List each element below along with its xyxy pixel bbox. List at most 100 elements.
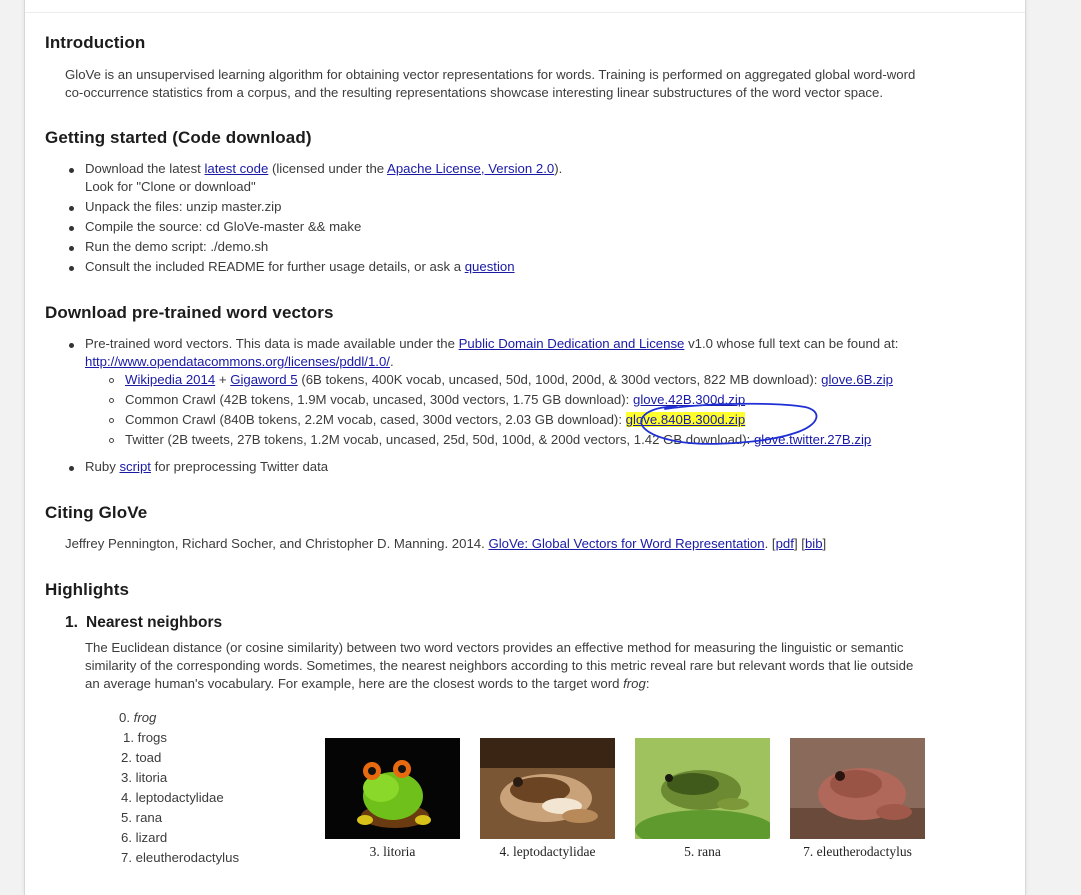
neighbor-item: 5. rana [121, 810, 162, 825]
glove-twitter-zip-link[interactable]: glove.twitter.27B.zip [754, 432, 871, 447]
neighbor-item: 1. frogs [123, 730, 167, 745]
citing-heading: Citing GloVe [45, 503, 148, 522]
sub-bullet [109, 398, 114, 403]
pddl-url-link[interactable]: http://www.opendatacommons.org/licenses/… [85, 354, 390, 369]
sub-bullet [109, 438, 114, 443]
nn-line-2: similarity of the corresponding words. S… [85, 658, 914, 673]
neighbor-word: frog [133, 710, 157, 725]
neighbor-item: 3. litoria [121, 770, 167, 785]
leptodactylidae-frog-image [480, 738, 615, 839]
citation-text: ] [ [793, 536, 805, 551]
neighbor-number: 6. [121, 830, 132, 845]
paper-link[interactable]: GloVe: Global Vectors for Word Represent… [488, 536, 764, 551]
list-item-unpack: Unpack the files: unzip master.zip [85, 199, 282, 214]
list-item-text: v1.0 whose full text can be found at: [684, 336, 899, 351]
nn-line-1: The Euclidean distance (or cosine simila… [85, 640, 904, 655]
nn-line-text: : [645, 676, 650, 691]
neighbor-item: 6. lizard [121, 830, 167, 845]
bullet [69, 206, 74, 211]
list-item-text: Common Crawl (840B tokens, 2.2M vocab, c… [125, 412, 626, 427]
glove-840b-zip-link[interactable]: glove.840B.300d.zip [625, 412, 746, 427]
apache-license-link[interactable]: Apache License, Version 2.0 [387, 161, 554, 176]
neighbor-word: lizard [135, 830, 168, 845]
citation: Jeffrey Pennington, Richard Socher, and … [65, 536, 826, 551]
neighbor-item: 4. leptodactylidae [121, 790, 224, 805]
list-item-text: (licensed under the [268, 161, 388, 176]
list-item-pretrained: Pre-trained word vectors. This data is m… [85, 336, 898, 351]
citation-text: Jeffrey Pennington, Richard Socher, and … [65, 536, 489, 551]
bullet [69, 168, 74, 173]
citation-text: ] [822, 536, 827, 551]
neighbor-item: 0. frog [119, 710, 156, 725]
introduction-line-1: GloVe is an unsupervised learning algori… [65, 67, 916, 82]
list-item-text: Ruby [85, 459, 120, 474]
caption-leptodactylidae: 4. leptodactylidae [499, 844, 596, 859]
list-item-text: Pre-trained word vectors. This data is m… [85, 336, 459, 351]
list-item-text: for preprocessing Twitter data [150, 459, 329, 474]
sub-bullet [109, 418, 114, 423]
gigaword-5-link[interactable]: Gigaword 5 [230, 372, 297, 387]
list-item-text: Download the latest [85, 161, 205, 176]
neighbor-word: litoria [135, 770, 168, 785]
neighbor-number: 7. [121, 850, 132, 865]
list-item-text: + [215, 372, 231, 387]
bullet [69, 246, 74, 251]
sub-bullet [109, 378, 114, 383]
rana-frog-image [635, 738, 770, 839]
nn-line-3: an average human's vocabulary. For examp… [85, 675, 650, 693]
sub-item-42b: Common Crawl (42B tokens, 1.9M vocab, un… [125, 392, 745, 407]
top-section-edge [25, 0, 1025, 13]
list-item-ruby-script: Ruby script for preprocessing Twitter da… [85, 459, 328, 474]
nearest-neighbors-heading: Nearest neighbors [86, 614, 223, 631]
list-item-text: (6B tokens, 400K vocab, uncased, 50d, 10… [297, 372, 822, 387]
neighbor-word: rana [135, 810, 163, 825]
neighbor-number: 4. [121, 790, 132, 805]
ruby-script-link[interactable]: script [119, 459, 151, 474]
list-item-compile: Compile the source: cd GloVe-master && m… [85, 219, 362, 234]
neighbor-word: frogs [137, 730, 167, 745]
download-heading: Download pre-trained word vectors [45, 303, 334, 322]
highlights-heading: Highlights [45, 580, 130, 599]
nn-line-text: an average human's vocabulary. For examp… [85, 676, 624, 691]
introduction-line-2: co-occurrence statistics from a corpus, … [65, 85, 884, 100]
pdf-link[interactable]: pdf [776, 536, 794, 551]
list-item-demo: Run the demo script: ./demo.sh [85, 239, 269, 254]
list-item-text: Twitter (2B tweets, 27B tokens, 1.2M voc… [125, 432, 754, 447]
list-item-download-code: Download the latest latest code (license… [85, 161, 562, 176]
page-content: Introduction GloVe is an unsupervised le… [24, 0, 1026, 895]
caption-eleutherodactylus: 7. eleutherodactylus [803, 844, 912, 859]
sub-item-6b: Wikipedia 2014 + Gigaword 5 (6B tokens, … [125, 372, 893, 387]
pddl-url-line: http://www.opendatacommons.org/licenses/… [85, 354, 394, 369]
list-item-readme: Consult the included README for further … [85, 259, 515, 274]
litoria-frog-image [325, 738, 460, 839]
neighbor-word: toad [135, 750, 162, 765]
bullet [69, 226, 74, 231]
latest-code-link[interactable]: latest code [205, 161, 269, 176]
caption-rana: 5. rana [684, 844, 721, 859]
introduction-heading: Introduction [45, 33, 146, 52]
glove-42b-zip-link[interactable]: glove.42B.300d.zip [633, 392, 745, 407]
neighbor-word: leptodactylidae [135, 790, 224, 805]
pddl-link[interactable]: Public Domain Dedication and License [459, 336, 685, 351]
neighbor-number: 1. [123, 730, 134, 745]
getting-started-heading: Getting started (Code download) [45, 128, 312, 147]
list-item-text: Common Crawl (42B tokens, 1.9M vocab, un… [125, 392, 633, 407]
wikipedia-2014-link[interactable]: Wikipedia 2014 [125, 372, 215, 387]
bullet [69, 343, 74, 348]
glove-6b-zip-link[interactable]: glove.6B.zip [821, 372, 893, 387]
bib-link[interactable]: bib [805, 536, 823, 551]
list-item-text: . [389, 354, 394, 369]
eleutherodactylus-frog-image [790, 738, 925, 839]
neighbor-number: 3. [121, 770, 132, 785]
neighbor-number: 0. [119, 710, 130, 725]
sub-item-twitter: Twitter (2B tweets, 27B tokens, 1.2M voc… [125, 432, 871, 447]
bullet [69, 266, 74, 271]
neighbor-item: 7. eleutherodactylus [121, 850, 239, 865]
neighbor-item: 2. toad [121, 750, 161, 765]
question-link[interactable]: question [465, 259, 515, 274]
list-item-text: ). [554, 161, 563, 176]
bullet [69, 466, 74, 471]
sub-item-840b: Common Crawl (840B tokens, 2.2M vocab, c… [125, 412, 746, 427]
neighbor-word: eleutherodactylus [135, 850, 240, 865]
neighbor-number: 2. [121, 750, 132, 765]
